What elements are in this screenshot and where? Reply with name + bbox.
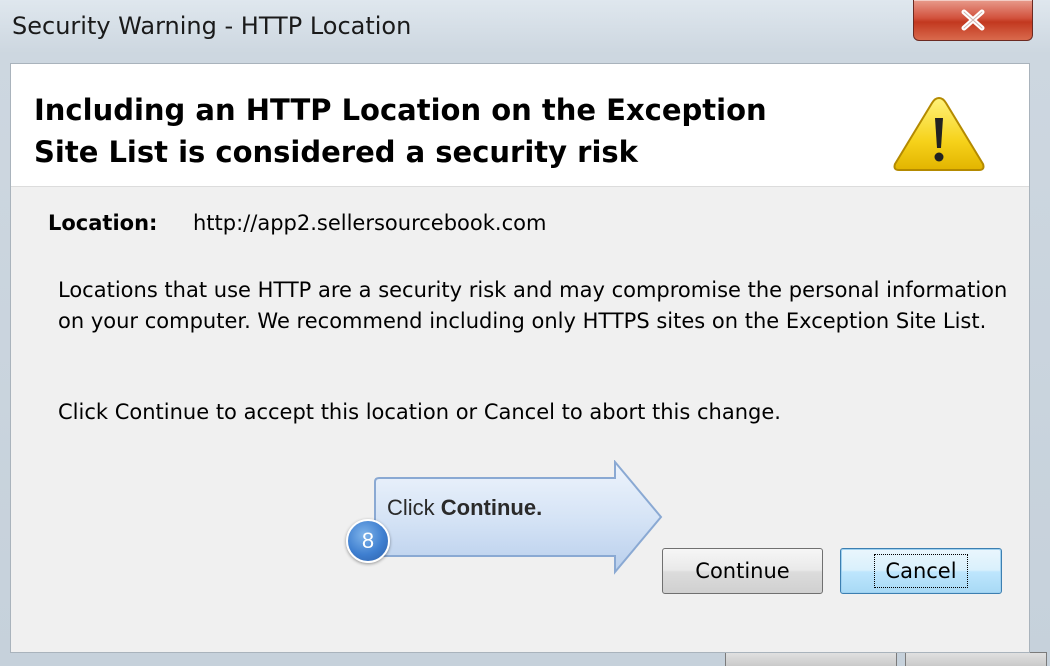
callout-text-prefix: Click — [387, 495, 441, 520]
dialog-header: Including an HTTP Location on the Except… — [11, 64, 1029, 187]
location-label: Location: — [48, 211, 158, 235]
step-number-badge: 8 — [346, 519, 390, 563]
location-value: http://app2.sellersourcebook.com — [193, 211, 547, 235]
heading-line-1: Including an HTTP Location on the Except… — [34, 93, 767, 127]
callout-text-bold: Continue. — [440, 495, 543, 520]
callout-text: Click Continue. — [387, 495, 542, 521]
window-frame: Security Warning - HTTP Location Includi… — [0, 0, 1050, 666]
continue-button[interactable]: Continue — [662, 548, 823, 594]
close-icon — [961, 9, 985, 31]
dialog-heading: Including an HTTP Location on the Except… — [34, 89, 854, 173]
description-text: Locations that use HTTP are a security r… — [58, 278, 1008, 333]
warning-icon — [893, 96, 985, 171]
background-button — [905, 652, 1047, 666]
background-button — [725, 652, 897, 666]
heading-line-2: Site List is considered a security risk — [34, 135, 638, 169]
window-title: Security Warning - HTTP Location — [12, 12, 412, 40]
instruction-text: Click Continue to accept this location o… — [58, 400, 781, 424]
close-button[interactable] — [913, 0, 1033, 41]
cancel-button-label: Cancel — [874, 554, 968, 588]
cancel-button[interactable]: Cancel — [840, 548, 1002, 594]
